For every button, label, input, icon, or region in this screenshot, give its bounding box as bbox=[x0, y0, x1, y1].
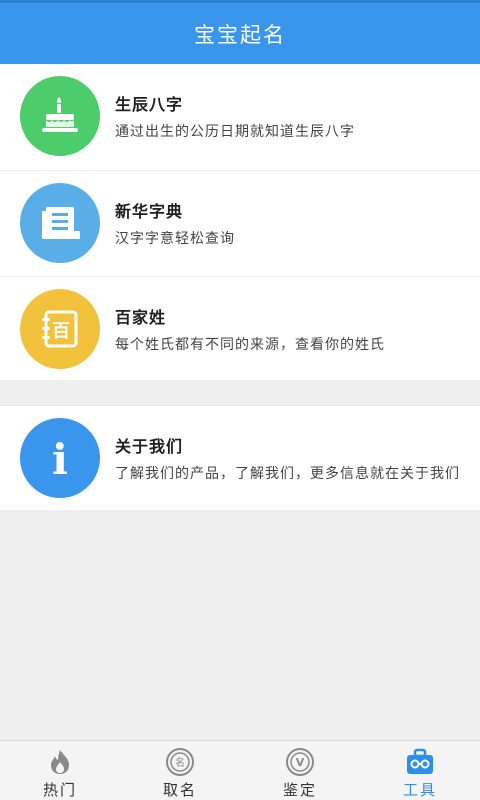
about-section: i 关于我们 了解我们的产品，了解我们，更多信息就在关于我们 bbox=[0, 406, 480, 510]
book-icon bbox=[20, 182, 100, 263]
icon-glyph: i bbox=[52, 435, 68, 482]
tools-list: 生辰八字 通过出生的公历日期就知道生辰八字 新华字典 汉字字意轻松查询 百 百家… bbox=[0, 64, 480, 380]
list-item-desc: 了解我们的产品，了解我们，更多信息就在关于我们 bbox=[115, 466, 460, 482]
tab-verify[interactable]: V 鉴定 bbox=[240, 741, 360, 800]
page-title: 宝宝起名 bbox=[194, 22, 286, 47]
list-item-title: 生辰八字 bbox=[115, 95, 184, 114]
tab-label: 热门 bbox=[42, 781, 77, 799]
list-item-surnames[interactable]: 百 百家姓 每个姓氏都有不同的来源，查看你的姓氏 bbox=[0, 276, 480, 380]
list-item-title: 新华字典 bbox=[115, 201, 184, 221]
name-seal-icon: 名 bbox=[164, 747, 196, 777]
bottom-tab-bar: 热门 名 取名 V 鉴定 工具 bbox=[0, 740, 480, 800]
list-item-desc: 每个姓氏都有不同的来源，查看你的姓氏 bbox=[115, 336, 385, 353]
list-item-about[interactable]: i 关于我们 了解我们的产品，了解我们，更多信息就在关于我们 bbox=[0, 406, 480, 510]
list-item-dictionary[interactable]: 新华字典 汉字字意轻松查询 bbox=[0, 170, 480, 274]
app-screen: 宝宝起名 生辰八字 通过出生的公历日期就知道生辰八字 新华字典 汉字字意轻松查询… bbox=[0, 0, 480, 800]
flame-icon bbox=[44, 747, 76, 777]
list-item-birth-chart[interactable]: 生辰八字 通过出生的公历日期就知道生辰八字 bbox=[0, 64, 480, 168]
verify-icon: V bbox=[284, 747, 316, 777]
notebook-bai-icon: 百 bbox=[20, 288, 100, 369]
tab-label: 鉴定 bbox=[282, 781, 317, 799]
tab-label: 取名 bbox=[162, 781, 197, 799]
list-item-desc: 通过出生的公历日期就知道生辰八字 bbox=[115, 124, 355, 140]
birthday-cake-icon bbox=[20, 76, 100, 156]
tab-label: 工具 bbox=[402, 781, 437, 799]
tab-naming[interactable]: 名 取名 bbox=[120, 741, 240, 800]
list-item-title: 百家姓 bbox=[115, 307, 167, 327]
toolbox-icon bbox=[404, 747, 436, 777]
app-header: 宝宝起名 bbox=[0, 0, 480, 64]
tab-hot[interactable]: 热门 bbox=[0, 741, 120, 800]
icon-glyph: V bbox=[296, 756, 305, 769]
list-item-title: 关于我们 bbox=[115, 437, 184, 456]
tab-tools[interactable]: 工具 bbox=[360, 741, 480, 800]
icon-glyph: 名 bbox=[175, 756, 185, 769]
icon-glyph: 百 bbox=[52, 321, 70, 342]
list-item-desc: 汉字字意轻松查询 bbox=[115, 230, 235, 247]
info-icon: i bbox=[20, 418, 100, 498]
